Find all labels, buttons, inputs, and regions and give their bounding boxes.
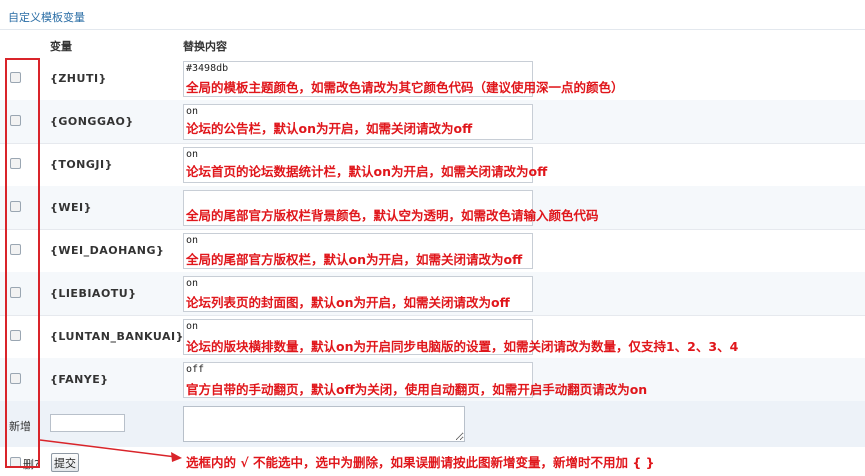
row-annotation: 全局的模板主题颜色，如需改色请改为其它颜色代码（建议使用深一点的颜色） (186, 80, 624, 95)
column-header-variable: 变量 (50, 40, 72, 53)
table-row: {WEI_DAOHANG} on 全局的尾部官方版权栏，默认on为开启，如需关闭… (0, 229, 865, 273)
table-row: {GONGGAO} on 论坛的公告栏，默认on为开启，如需关闭请改为off (0, 100, 865, 144)
replace-content-value: on (186, 278, 199, 289)
variable-name: {GONGGAO} (50, 115, 134, 128)
replace-content-value: on (186, 321, 199, 332)
table-row: {ZHUTI} #3498db 全局的模板主题颜色，如需改色请改为其它颜色代码（… (0, 57, 865, 101)
replace-content-value: on (186, 106, 199, 117)
variable-name: {LUNTAN_BANKUAI} (50, 330, 184, 343)
new-variable-label: 新增 (9, 420, 31, 433)
delete-all-checkbox[interactable] (10, 457, 21, 468)
replace-content-value: #3498db (186, 63, 229, 74)
new-variable-row: 新增 (0, 401, 865, 447)
variable-name: {FANYE} (50, 373, 109, 386)
row-annotation: 全局的尾部官方版权栏背景颜色，默认空为透明，如需改色请输入颜色代码 (186, 208, 599, 223)
row-annotation: 论坛列表页的封面图，默认on为开启，如需关闭请改为off (186, 295, 510, 310)
table-row: {TONGJI} on 论坛首页的论坛数据统计栏，默认on为开启，如需关闭请改为… (0, 143, 865, 187)
panel-title: 自定义模板变量 (8, 11, 85, 24)
row-annotation: 论坛首页的论坛数据统计栏，默认on为开启，如需关闭请改为off (186, 164, 548, 179)
delete-checkbox[interactable] (10, 201, 21, 212)
variable-name: {ZHUTI} (50, 72, 107, 85)
delete-checkbox[interactable] (10, 115, 21, 126)
delete-checkbox[interactable] (10, 158, 21, 169)
table-row: {LIEBIAOTU} on 论坛列表页的封面图，默认on为开启，如需关闭请改为… (0, 272, 865, 316)
column-header-replace: 替换内容 (183, 40, 227, 53)
row-annotation: 官方自带的手动翻页，默认off为关闭，使用自动翻页，如需开启手动翻页请改为on (186, 382, 648, 397)
delete-checkbox[interactable] (10, 287, 21, 298)
delete-checkbox[interactable] (10, 330, 21, 341)
new-variable-input[interactable] (50, 414, 125, 432)
table-row: {FANYE} off 官方自带的手动翻页，默认off为关闭，使用自动翻页，如需… (0, 358, 865, 402)
delete-checkbox[interactable] (10, 373, 21, 384)
delete-label: 删? (23, 458, 40, 471)
submit-button[interactable]: 提交 (51, 453, 79, 472)
table-row: {LUNTAN_BANKUAI} on 论坛的版块横排数量，默认on为开启同步电… (0, 315, 865, 359)
table-row: {WEI} 全局的尾部官方版权栏背景颜色，默认空为透明，如需改色请输入颜色代码 (0, 186, 865, 230)
row-annotation: 论坛的公告栏，默认on为开启，如需关闭请改为off (186, 121, 473, 136)
new-replace-content-input[interactable] (183, 406, 465, 442)
row-annotation: 全局的尾部官方版权栏，默认on为开启，如需关闭请改为off (186, 252, 523, 267)
replace-content-value: on (186, 149, 199, 160)
delete-checkbox[interactable] (10, 244, 21, 255)
variable-name: {LIEBIAOTU} (50, 287, 137, 300)
variable-name: {WEI} (50, 201, 92, 214)
variable-name: {TONGJI} (50, 158, 113, 171)
variable-name: {WEI_DAOHANG} (50, 244, 165, 257)
row-annotation: 论坛的版块横排数量，默认on为开启同步电脑版的设置，如需关闭请改为数量，仅支持1… (186, 339, 739, 354)
replace-content-value: on (186, 235, 199, 246)
delete-checkbox[interactable] (10, 72, 21, 83)
panel-header: 自定义模板变量 (0, 0, 865, 30)
replace-content-value: off (186, 364, 205, 375)
instruction-annotation: 选框内的 √ 不能选中，选中为删除，如果误删请按此图新增变量，新增时不用加 { … (186, 455, 655, 470)
